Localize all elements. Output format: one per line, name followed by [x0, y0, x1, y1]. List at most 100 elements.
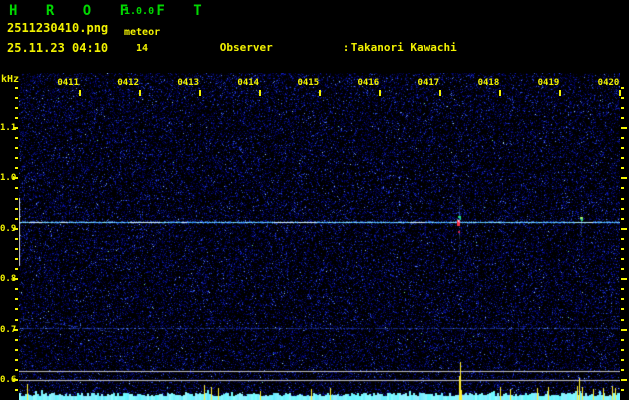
freq-minor-tick-right — [621, 218, 624, 220]
freq-major-tick-right — [621, 278, 627, 280]
time-label: 0413 — [177, 78, 200, 88]
freq-minor-tick-left — [15, 369, 18, 371]
freq-minor-tick-left — [15, 167, 18, 169]
freq-minor-tick-right — [621, 268, 624, 270]
freq-minor-tick-right — [621, 238, 624, 240]
freq-minor-tick-right — [621, 308, 624, 310]
freq-minor-tick-right — [621, 288, 624, 290]
freq-minor-tick-right — [621, 147, 624, 149]
freq-minor-tick-left — [15, 298, 18, 300]
freq-minor-tick-left — [15, 258, 18, 260]
minute-tick — [499, 90, 502, 96]
freq-minor-tick-right — [621, 107, 624, 109]
spectrogram-canvas — [19, 73, 620, 400]
freq-minor-tick-left — [15, 268, 18, 270]
freq-minor-tick-left — [15, 359, 18, 361]
time-label: 0411 — [57, 78, 79, 88]
freq-major-tick-right — [621, 228, 627, 230]
freq-minor-tick-right — [621, 389, 624, 391]
minute-tick — [139, 90, 142, 96]
freq-minor-tick-right — [621, 319, 624, 321]
freq-minor-tick-left — [15, 218, 18, 220]
minute-tick — [259, 90, 262, 96]
observer-value: Takanori Kawachi — [350, 41, 457, 54]
freq-minor-tick-left — [15, 288, 18, 290]
minute-tick — [619, 90, 622, 96]
observation-datetime: 25.11.23 04:10 — [7, 41, 109, 55]
freq-label: 0.9 — [0, 223, 17, 234]
freq-minor-tick-right — [621, 339, 624, 341]
freq-major-tick-left — [13, 228, 18, 230]
freq-major-tick-right — [621, 127, 627, 129]
hrofft-output: H R O F F T 1.0.0 2511230410.png meteor … — [0, 0, 629, 400]
minute-tick — [559, 90, 562, 96]
freq-minor-tick-left — [15, 248, 18, 250]
freq-minor-tick-left — [15, 147, 18, 149]
freq-minor-tick-left — [15, 319, 18, 321]
freq-minor-tick-right — [621, 157, 624, 159]
freq-minor-tick-left — [15, 308, 18, 310]
freq-minor-tick-right — [621, 137, 624, 139]
freq-minor-tick-right — [621, 97, 624, 99]
freq-minor-tick-left — [15, 389, 18, 391]
freq-minor-tick-right — [621, 349, 624, 351]
freq-axis-unit: kHz — [1, 74, 20, 85]
minute-tick — [319, 90, 322, 96]
echo-count: 14 — [136, 43, 149, 54]
time-label: 0415 — [297, 78, 320, 88]
freq-major-tick-left — [13, 127, 18, 129]
freq-minor-tick-right — [621, 359, 624, 361]
freq-minor-tick-right — [621, 258, 624, 260]
freq-major-tick-right — [621, 329, 627, 331]
freq-major-tick-right — [621, 177, 627, 179]
minute-tick — [379, 90, 382, 96]
time-label: 0417 — [417, 78, 440, 88]
freq-minor-tick-right — [621, 187, 624, 189]
freq-minor-tick-right — [621, 298, 624, 300]
freq-minor-tick-left — [15, 97, 18, 99]
freq-minor-tick-right — [621, 167, 624, 169]
freq-minor-tick-left — [15, 238, 18, 240]
freq-label: 1.0 — [0, 173, 17, 184]
freq-minor-tick-left — [15, 107, 18, 109]
freq-label: 0.7 — [0, 324, 17, 335]
freq-major-tick-left — [13, 278, 18, 280]
freq-label: 0.8 — [0, 274, 17, 285]
freq-minor-tick-right — [621, 198, 624, 200]
minute-tick — [79, 90, 81, 96]
freq-minor-tick-left — [15, 157, 18, 159]
freq-minor-tick-left — [15, 117, 18, 119]
time-label: 0420 — [597, 78, 620, 88]
freq-major-tick-left — [13, 329, 18, 331]
output-filename: 2511230410.png — [7, 21, 109, 35]
minute-tick — [199, 90, 202, 96]
time-label: 0416 — [357, 78, 380, 88]
freq-minor-tick-left — [15, 349, 18, 351]
minute-tick — [439, 90, 442, 96]
time-label: 0419 — [537, 78, 560, 88]
freq-minor-tick-left — [15, 87, 18, 89]
freq-minor-tick-right — [621, 117, 624, 119]
freq-minor-tick-right — [621, 208, 624, 210]
freq-major-tick-left — [13, 379, 18, 381]
freq-minor-tick-left — [15, 187, 18, 189]
time-label: 0414 — [237, 78, 260, 88]
time-label: 0418 — [477, 78, 500, 88]
freq-major-tick-right — [621, 379, 627, 381]
freq-minor-tick-left — [15, 198, 18, 200]
time-label: 0412 — [117, 78, 140, 88]
freq-label: 0.6 — [0, 375, 17, 385]
freq-minor-tick-left — [15, 339, 18, 341]
freq-minor-tick-left — [15, 137, 18, 139]
mode-label: meteor — [124, 27, 161, 38]
observer-row: Observer:Takanori Kawachi — [180, 28, 589, 54]
freq-label: 1.1 — [0, 123, 17, 133]
colon: : — [342, 41, 350, 54]
freq-minor-tick-right — [621, 248, 624, 250]
freq-minor-tick-right — [621, 87, 624, 89]
freq-minor-tick-left — [15, 208, 18, 210]
freq-minor-tick-right — [621, 369, 624, 371]
observer-label: Observer — [219, 41, 273, 54]
app-version: 1.0.0 — [124, 6, 155, 17]
freq-major-tick-left — [13, 177, 18, 179]
